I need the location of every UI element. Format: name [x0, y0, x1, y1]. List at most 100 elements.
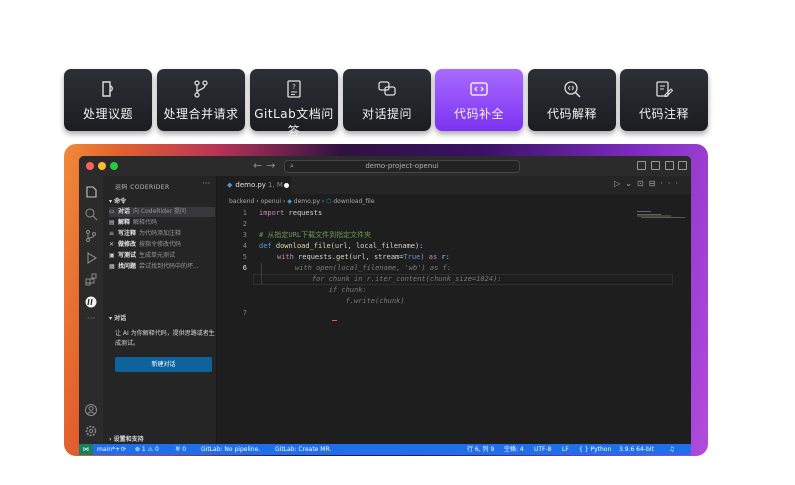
chat-icon: ▭ — [109, 208, 115, 215]
gitlab-create-mr[interactable]: GitLab: Create MR. — [275, 444, 331, 455]
commands-section-header[interactable]: ▾ 命令 — [109, 196, 126, 205]
indent-guide — [261, 263, 262, 285]
code-editor[interactable]: 1 2 3 4 5 6 7 import requests # 从指定URL下载… — [217, 208, 691, 438]
remote-indicator-icon[interactable]: ⋈ — [79, 444, 93, 455]
code-line: # 从指定URL下载文件到指定文件夹 — [259, 231, 372, 239]
document-icon — [98, 79, 118, 99]
title-bar: ←→ ⌕ demo-project-openui — [79, 156, 691, 176]
edit-icon: ✕ — [109, 241, 115, 248]
command-edit[interactable]: ✕ 做修改 按指令修改代码 — [109, 240, 215, 250]
settings-gear-icon[interactable] — [84, 423, 98, 437]
command-center-search[interactable]: ⌕ demo-project-openui — [284, 160, 520, 173]
breadcrumb-item[interactable]: download_file — [333, 198, 374, 205]
customize-layout-icon[interactable] — [678, 161, 687, 170]
tab-code-explain[interactable]: 代码解释 — [528, 69, 616, 131]
line-number: 1 — [242, 209, 247, 217]
minimap[interactable] — [637, 211, 687, 219]
settings-section-header[interactable]: › 设置和支持 — [109, 434, 144, 443]
maximize-window-button[interactable] — [110, 162, 118, 170]
problems-indicator[interactable]: ⊗ 1 ⚠ 0 — [135, 444, 159, 455]
tab-label: 代码解释 — [546, 107, 597, 121]
search-icon[interactable] — [84, 206, 98, 221]
tab-merge-requests[interactable]: 处理合并请求 — [157, 69, 245, 131]
code-line: with requests.get(url, stream=True) as r… — [277, 253, 450, 261]
chat-section-label: 对话 — [114, 315, 127, 322]
completion-suggestion-line[interactable]: for chunk in r.iter_content(chunk_size=1… — [295, 274, 502, 285]
more-icon[interactable]: ··· — [84, 314, 98, 328]
tab-gitlab-docs[interactable]: ? GitLab文档问答 — [250, 69, 338, 138]
breadcrumb-item[interactable]: backend — [229, 198, 254, 205]
ports-indicator[interactable]: ♅ 0 — [175, 444, 186, 455]
eol-setting[interactable]: LF — [562, 444, 569, 455]
tab-label: 处理议题 — [82, 107, 133, 121]
commands-section-label: 命令 — [114, 198, 127, 205]
notifications-bell-icon[interactable]: ♫ — [669, 444, 674, 455]
code-edit-icon — [654, 79, 674, 99]
search-icon: ⌕ — [290, 162, 294, 170]
language-mode[interactable]: { } Python — [579, 444, 611, 455]
chat-section-header[interactable]: ▾ 对话 — [109, 313, 126, 322]
error-squiggle — [332, 320, 337, 321]
tab-chat[interactable]: 对话提问 — [343, 69, 431, 131]
toggle-panel-icon[interactable] — [651, 161, 660, 170]
tab-code-comments[interactable]: 代码注释 — [620, 69, 708, 131]
tab-code-completion[interactable]: 代码补全 — [435, 69, 523, 131]
line-number: 3 — [242, 231, 247, 239]
editor-tab-demo-py[interactable]: ◆ demo.py 1, M — [217, 176, 291, 194]
source-control-icon[interactable] — [84, 228, 98, 242]
extensions-icon[interactable] — [84, 272, 98, 286]
command-center-label: demo-project-openui — [365, 162, 439, 170]
command-find-bugs[interactable]: ▦ 找问题 尝试找到代码中的坏... — [109, 262, 215, 272]
gitlab-pipeline-status[interactable]: GitLab: No pipeline. — [201, 444, 260, 455]
command-explain[interactable]: ▤ 解释 解释代码 — [109, 218, 215, 228]
new-chat-button[interactable]: 新建对话 — [115, 357, 212, 372]
branch-indicator[interactable]: main*+ — [97, 444, 120, 455]
chat-prompt-text: 让 AI 为你解释代码，提供思路或者生成测试。 — [115, 330, 215, 347]
python-interpreter[interactable]: 3.9.6 64-bit — [619, 444, 654, 455]
breadcrumb-item[interactable]: demo.py — [294, 198, 320, 205]
tab-issues[interactable]: 处理议题 — [64, 69, 152, 131]
line-number: 6 — [242, 264, 247, 272]
code-search-icon — [562, 79, 582, 99]
account-icon[interactable] — [84, 402, 98, 416]
more-actions-icon[interactable]: ··· — [202, 179, 210, 188]
tab-label: 代码补全 — [453, 107, 504, 121]
editor-tab-status: 1, M — [267, 181, 283, 189]
completion-suggestion-line[interactable]: with open(local_filename, 'wb') as f: — [295, 263, 451, 274]
editor-tab-label: demo.py — [235, 181, 266, 189]
close-window-button[interactable] — [86, 162, 94, 170]
activity-bar: ··· — [79, 176, 103, 444]
editor-tab-bar: ◆ demo.py 1, M ▷⌄⊡⊟··· — [217, 176, 691, 194]
bug-icon: ▦ — [109, 263, 115, 270]
tab-label: 代码注释 — [638, 107, 689, 121]
code-line: def download_file(url, local_filename): — [259, 242, 424, 250]
back-forward-arrows-icon[interactable]: ←→ — [253, 159, 279, 172]
sync-icon[interactable]: ⟳ — [121, 444, 126, 455]
python-file-icon: ◆ — [227, 181, 233, 189]
editor-area: ◆ demo.py 1, M ▷⌄⊡⊟··· backend › openui › … — [217, 176, 691, 444]
feature-tab-bar: 处理议题 处理合并请求 ? GitLab文档问答 对话提问 代码补全 代码解释 — [64, 69, 708, 138]
command-comment[interactable]: ≡ 写注释 为代码添加注释 — [109, 229, 215, 239]
function-icon: ⬡ — [326, 198, 332, 205]
cursor-position[interactable]: 行 6, 列 9 — [467, 444, 494, 455]
command-chat[interactable]: ▭ 对话向 CodeRider 提问 — [109, 207, 215, 217]
toggle-sidebar-icon[interactable] — [637, 161, 646, 170]
line-number: 7 — [242, 309, 247, 317]
toggle-secondary-sidebar-icon[interactable] — [665, 161, 674, 170]
completion-suggestion-line[interactable]: f.write(chunk) — [295, 296, 405, 307]
encoding-setting[interactable]: UTF-8 — [534, 444, 552, 455]
explorer-icon[interactable] — [84, 184, 98, 198]
coderider-icon[interactable] — [84, 294, 98, 308]
indentation-setting[interactable]: 空格: 4 — [504, 444, 524, 455]
breadcrumb-item[interactable]: openui — [261, 198, 281, 205]
sidebar-title: 运码 CODERIDER — [115, 184, 170, 191]
tab-label: 对话提问 — [361, 107, 412, 121]
command-test[interactable]: ▣ 写测试 生成单元测试 — [109, 251, 215, 261]
status-bar: ⋈ main*+ ⟳ ⊗ 1 ⚠ 0 ♅ 0 GitLab: No pipeli… — [79, 444, 691, 455]
completion-suggestion-line[interactable]: if chunk: — [295, 285, 367, 296]
svg-text:?: ? — [292, 83, 296, 91]
minimize-window-button[interactable] — [98, 162, 106, 170]
editor-actions-icons[interactable]: ▷⌄⊡⊟··· — [614, 179, 683, 188]
run-debug-icon[interactable] — [84, 250, 98, 264]
unsaved-dot-icon[interactable] — [284, 183, 289, 188]
